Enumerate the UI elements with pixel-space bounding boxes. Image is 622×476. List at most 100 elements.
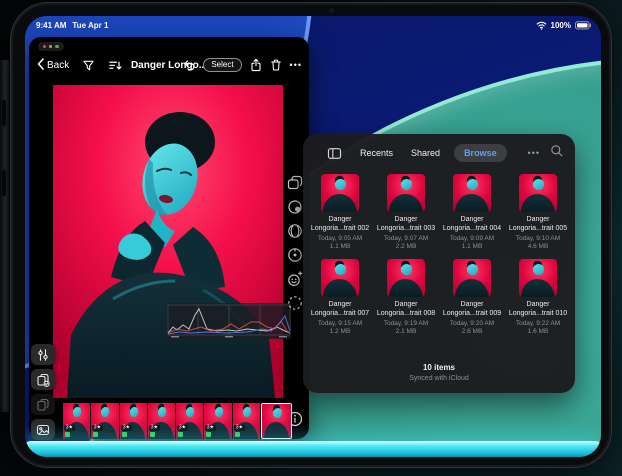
file-date: Today, 9:09 AM — [450, 235, 494, 242]
photo-icon — [36, 423, 50, 437]
file-size: 2.6 MB — [462, 328, 483, 335]
undo-icon — [181, 59, 195, 71]
library-button[interactable] — [31, 419, 55, 440]
filmstrip-thumbnail[interactable]: 3★ — [176, 403, 203, 439]
thumbnail-image — [387, 259, 425, 297]
file-size: 4.6 MB — [528, 243, 549, 250]
file-thumbnail[interactable] — [519, 174, 557, 212]
edited-flag — [206, 432, 211, 437]
wifi-icon — [536, 21, 547, 30]
file-item[interactable]: Danger Longoria...trait 007 Today, 9:15 … — [307, 259, 373, 335]
presets-icon — [286, 174, 304, 192]
edited-flag — [65, 432, 70, 437]
funnel-icon — [82, 59, 95, 72]
side-button — [2, 100, 6, 126]
file-size: 1.2 MB — [330, 328, 351, 335]
copy-edits-button[interactable] — [31, 369, 55, 390]
file-name: Danger Longoria...trait 004 — [440, 216, 504, 233]
sidebar-toggle-button[interactable] — [327, 147, 342, 160]
file-size: 1.1 MB — [462, 243, 483, 250]
share-icon — [250, 58, 262, 72]
file-thumbnail[interactable] — [453, 259, 491, 297]
rating-badge: 3★ — [205, 425, 216, 431]
file-thumbnail[interactable] — [387, 259, 425, 297]
window-controls[interactable] — [38, 42, 64, 51]
files-browser-panel: Recents Shared Browse ••• Danger Longori… — [303, 134, 575, 393]
edited-flag — [122, 432, 127, 437]
select-button[interactable]: Select — [203, 58, 241, 72]
tab-recents[interactable]: Recents — [360, 148, 393, 158]
status-bar: 9:41 AM Tue Apr 1 100% — [25, 21, 601, 33]
filmstrip-thumbnail-selected[interactable] — [261, 403, 292, 439]
photo-canvas[interactable] — [53, 85, 283, 398]
dashed-circle-icon — [286, 294, 304, 312]
file-name: Danger Longoria...trait 010 — [506, 301, 570, 318]
filmstrip-thumbnail[interactable]: 3★ — [204, 403, 231, 439]
copy-icon — [36, 398, 50, 412]
filmstrip-thumbnail[interactable]: 3★ — [63, 403, 90, 439]
file-item[interactable]: Danger Longoria...trait 004 Today, 9:09 … — [439, 174, 505, 250]
file-size: 1.1 MB — [330, 243, 351, 250]
edited-flag — [150, 432, 155, 437]
rating-badge: 3★ — [92, 425, 103, 431]
file-item[interactable]: Danger Longoria...trait 002 Today, 9:05 … — [307, 174, 373, 250]
rating-badge: 3★ — [64, 425, 75, 431]
back-label: Back — [47, 60, 69, 71]
portrait-photo — [53, 85, 283, 398]
file-thumbnail[interactable] — [453, 174, 491, 212]
back-button[interactable]: Back — [37, 58, 69, 73]
share-button[interactable] — [250, 58, 262, 72]
battery-percent: 100% — [551, 21, 571, 30]
filmstrip-thumbnail[interactable]: 3★ — [91, 403, 118, 439]
ipad-device: 9:41 AM Tue Apr 1 100% — [10, 2, 612, 468]
file-thumbnail[interactable] — [321, 259, 359, 297]
thumbnail-image — [453, 259, 491, 297]
thumbnail-image — [321, 259, 359, 297]
file-thumbnail[interactable] — [387, 174, 425, 212]
white-balance-icon — [286, 246, 304, 264]
file-name: Danger Longoria...trait 008 — [374, 301, 438, 318]
delete-button[interactable] — [270, 58, 282, 72]
paste-edits-button[interactable] — [31, 394, 55, 415]
rating-badge: 3★ — [177, 425, 188, 431]
search-button[interactable] — [550, 144, 563, 162]
file-name: Danger Longoria...trait 003 — [374, 216, 438, 233]
adjust-sliders-button[interactable] — [31, 344, 55, 365]
thumbnail-image — [519, 174, 557, 212]
file-date: Today, 9:10 AM — [516, 235, 560, 242]
rating-badge: 3★ — [234, 425, 245, 431]
file-thumbnail[interactable] — [519, 259, 557, 297]
thumbnail-image — [387, 174, 425, 212]
search-icon — [550, 144, 563, 157]
file-date: Today, 9:19 AM — [384, 320, 428, 327]
thumbnail-image — [262, 404, 291, 438]
filmstrip-thumbnail[interactable]: 3★ — [233, 403, 260, 439]
file-date: Today, 9:07 AM — [384, 235, 428, 242]
more-button[interactable]: ••• — [290, 61, 302, 70]
file-date: Today, 9:05 AM — [318, 235, 362, 242]
trash-icon — [270, 58, 282, 72]
file-item[interactable]: Danger Longoria...trait 008 Today, 9:19 … — [373, 259, 439, 335]
status-date: Tue Apr 1 — [72, 21, 108, 30]
filmstrip-thumbnail[interactable]: 3★ — [148, 403, 175, 439]
file-item[interactable]: Danger Longoria...trait 010 Today, 9:22 … — [505, 259, 571, 335]
sync-status: Synced with iCloud — [303, 375, 575, 382]
thumbnail-image — [321, 174, 359, 212]
tab-shared[interactable]: Shared — [411, 148, 440, 158]
file-thumbnail[interactable] — [321, 174, 359, 212]
retouch-face-icon — [286, 270, 304, 288]
filmstrip-thumbnail[interactable]: 3★ — [120, 403, 147, 439]
tab-browse[interactable]: Browse — [454, 144, 507, 162]
thumbnail-image — [453, 174, 491, 212]
file-item[interactable]: Danger Longoria...trait 009 Today, 9:20 … — [439, 259, 505, 335]
file-item[interactable]: Danger Longoria...trait 003 Today, 9:07 … — [373, 174, 439, 250]
undo-button[interactable] — [181, 59, 195, 71]
panel-more-button[interactable]: ••• — [528, 149, 540, 158]
rating-badge: 3★ — [121, 425, 132, 431]
filter-button[interactable] — [82, 59, 95, 72]
file-item[interactable]: Danger Longoria...trait 005 Today, 9:10 … — [505, 174, 571, 250]
status-time: 9:41 AM — [36, 21, 66, 30]
file-date: Today, 9:15 AM — [318, 320, 362, 327]
file-size: 1.6 MB — [528, 328, 549, 335]
adjustments-icon — [286, 198, 304, 216]
